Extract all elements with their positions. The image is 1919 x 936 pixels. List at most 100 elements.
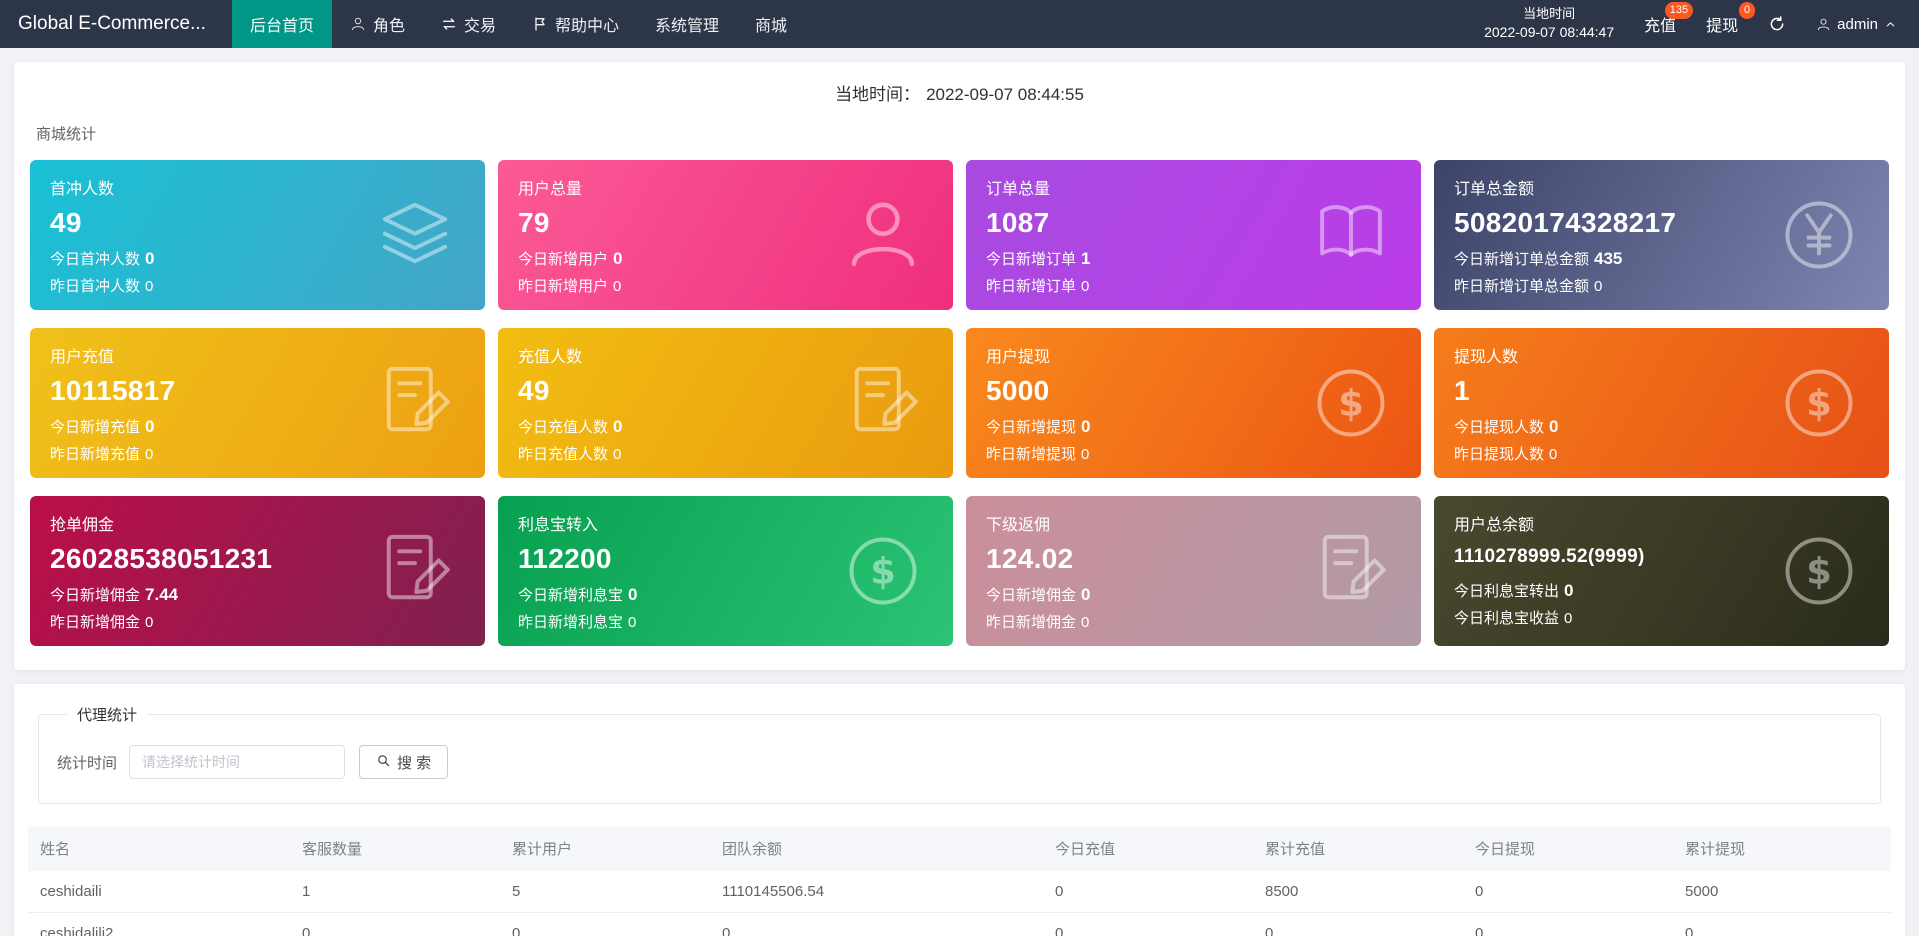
stat-card-line2: 昨日新增充值 0 — [50, 446, 154, 463]
table-cell: 0 — [290, 912, 500, 936]
dollar-circle-icon: $ — [1777, 361, 1861, 445]
search-button-label: 搜 索 — [397, 754, 432, 772]
table-header-cell: 累计充值 — [1253, 826, 1463, 871]
table-header-cell: 团队余额 — [710, 826, 1043, 871]
svg-text:$: $ — [1806, 382, 1832, 425]
stat-card-line2: 昨日新增用户 0 — [518, 278, 622, 295]
stat-card-user-total-balance: 用户总余额 1110278999.52(9999) 今日利息宝转出 0 今日利息宝收益 0… — [1434, 496, 1889, 646]
withdraw-nav-button[interactable]: 提现 0 — [1706, 2, 1756, 36]
stat-card-recharge-users: 充值人数 49 今日充值人数 0 昨日充值人数 0 — [498, 328, 953, 478]
stat-card-line2: 昨日新增订单 0 — [986, 278, 1090, 295]
admin-menu[interactable]: admin — [1816, 16, 1897, 33]
nav-item-label: 交易 — [463, 18, 496, 35]
table-cell: 8500 — [1253, 871, 1463, 913]
dollar-circle-icon: $ — [1777, 529, 1861, 613]
doc-edit-icon — [373, 529, 457, 613]
nav-item-role[interactable]: 角色 — [332, 0, 423, 48]
stat-card-line2: 昨日充值人数 0 — [518, 446, 622, 463]
table-cell: 0 — [500, 912, 710, 936]
doc-edit-icon — [841, 361, 925, 445]
time-filter-label: 统计时间 — [57, 754, 118, 772]
local-time-value: 2022-09-07 08:44:47 — [1484, 24, 1615, 41]
chevron-up-icon — [1884, 18, 1897, 31]
trade-icon — [441, 16, 457, 32]
withdraw-label: 提现 — [1706, 18, 1739, 35]
table-cell: 1 — [290, 871, 500, 913]
table-cell: 0 — [1673, 912, 1891, 936]
svg-text:$: $ — [870, 550, 896, 593]
nav-item-trade[interactable]: 交易 — [423, 0, 514, 48]
stat-card-line2: 昨日新增订单总金额 0 — [1454, 278, 1603, 295]
recharge-nav-button[interactable]: 充值 135 — [1644, 2, 1694, 36]
doc-edit-icon — [373, 361, 457, 445]
stat-card-sub-rebate: 下级返佣 124.02 今日新增佣金 0 昨日新增佣金 0 — [966, 496, 1421, 646]
stat-card-line2: 昨日提现人数 0 — [1454, 446, 1558, 463]
book-icon — [1309, 193, 1393, 277]
nav-item-mall[interactable]: 商城 — [737, 0, 805, 48]
stats-panel: 当地时间： 2022-09-07 08:44:55 商城统计 首冲人数 49 今日首冲… — [14, 62, 1905, 670]
refresh-icon[interactable] — [1768, 15, 1786, 33]
stat-card-total-users: 用户总量 79 今日新增用户 0 昨日新增用户 0 — [498, 160, 953, 310]
stat-card-total-orders: 订单总量 1087 今日新增订单 1 昨日新增订单 0 — [966, 160, 1421, 310]
clock-value: 2022-09-07 08:44:55 — [926, 85, 1084, 104]
nav-item-label: 角色 — [372, 18, 405, 35]
dollar-circle-icon: $ — [1309, 361, 1393, 445]
stat-card-withdraw-users: 提现人数 1 今日提现人数 0 昨日提现人数 0 $ — [1434, 328, 1889, 478]
table-cell: ceshidalili2 — [28, 912, 290, 936]
user-icon — [1816, 17, 1831, 32]
stat-card-line2: 昨日新增提现 0 — [986, 446, 1090, 463]
table-row: ceshidaili 1 5 1110145506.54 0 8500 0 5000 — [28, 871, 1891, 913]
yen-circle-icon — [1777, 193, 1861, 277]
table-header-cell: 累计提现 — [1673, 826, 1891, 871]
nav-item-help-center[interactable]: 帮助中心 — [514, 0, 637, 48]
table-cell: 0 — [1463, 912, 1673, 936]
table-cell: 0 — [1043, 912, 1253, 936]
nav-item-label: 系统管理 — [655, 18, 720, 35]
local-time-label: 当地时间 — [1523, 6, 1576, 22]
local-clock: 当地时间： 2022-09-07 08:44:55 — [30, 80, 1889, 105]
table-cell: 0 — [710, 912, 1043, 936]
brand-title[interactable]: Global E-Commerce... — [18, 13, 206, 35]
nav-item-system-manage[interactable]: 系统管理 — [637, 0, 737, 48]
agent-search-row: 统计时间 搜 索 — [57, 745, 1862, 779]
table-header-cell: 客服数量 — [290, 826, 500, 871]
nav-item-home[interactable]: 后台首页 — [231, 0, 332, 48]
table-cell: 1110145506.54 — [710, 871, 1043, 913]
flag-icon — [532, 16, 548, 32]
agent-legend: 代理统计 — [77, 707, 138, 724]
table-cell: 0 — [1043, 871, 1253, 913]
user-icon — [841, 193, 925, 277]
recharge-label: 充值 — [1644, 18, 1677, 35]
table-header-cell: 今日提现 — [1463, 826, 1673, 871]
main-nav: 后台首页 角色 交易 帮助中心 系统管理 商城 — [231, 0, 805, 48]
svg-text:$: $ — [1806, 550, 1832, 593]
recharge-badge: 135 — [1664, 2, 1694, 19]
stat-card-user-recharge: 用户充值 10115817 今日新增充值 0 昨日新增充值 0 — [30, 328, 485, 478]
withdraw-badge: 0 — [1739, 2, 1756, 19]
table-row: ceshidalili2 0 0 0 0 0 0 0 — [28, 912, 1891, 936]
search-button[interactable]: 搜 索 — [359, 745, 449, 779]
table-header-row: 姓名 客服数量 累计用户 团队余额 今日充值 累计充值 今日提现 累计提现 — [28, 826, 1891, 871]
navbar-right: 当地时间 2022-09-07 08:44:47 充值 135 提现 0 adm… — [1484, 2, 1919, 43]
table-cell: ceshidaili — [28, 871, 290, 913]
user-icon — [350, 16, 366, 32]
stat-card-line2: 昨日新增佣金 0 — [50, 614, 154, 631]
layers-icon — [373, 193, 457, 277]
stat-card-first-charge-users: 首冲人数 49 今日首冲人数 0 昨日首冲人数 0 — [30, 160, 485, 310]
table-header-cell: 今日充值 — [1043, 826, 1253, 871]
section-title: 商城统计 — [36, 126, 97, 143]
agent-fieldset: 代理统计 统计时间 搜 索 — [38, 704, 1881, 804]
svg-text:$: $ — [1338, 382, 1364, 425]
stat-card-line2: 昨日新增佣金 0 — [986, 614, 1090, 631]
time-filter-input[interactable] — [129, 745, 346, 779]
top-navbar: Global E-Commerce... 后台首页 角色 交易 帮助中心 系统管理 商城 … — [0, 0, 1919, 48]
nav-item-label: 后台首页 — [249, 18, 314, 35]
table-header-cell: 姓名 — [28, 826, 290, 871]
stat-card-line2: 昨日首冲人数 0 — [50, 278, 154, 295]
stat-card-line2: 昨日新增利息宝 0 — [518, 614, 637, 631]
agent-table: 姓名 客服数量 累计用户 团队余额 今日充值 累计充值 今日提现 累计提现 ceshidail… — [28, 826, 1891, 936]
table-cell: 5 — [500, 871, 710, 913]
doc-edit-icon — [1309, 529, 1393, 613]
table-cell: 5000 — [1673, 871, 1891, 913]
table-cell: 0 — [1463, 871, 1673, 913]
